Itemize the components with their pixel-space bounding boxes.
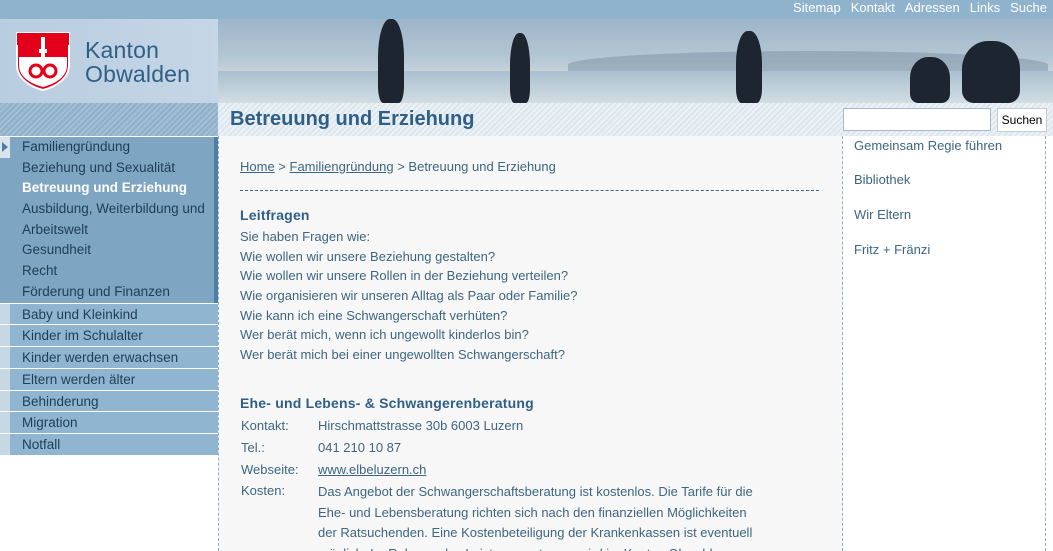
page-title: Betreuung und Erziehung <box>230 108 475 130</box>
related-link-fritz-fraenzi[interactable]: Fritz + Fränzi <box>854 242 930 257</box>
list-item: Wie kann ich eine Schwangerschaft verhüt… <box>240 307 508 323</box>
sidebar-item-behinderung[interactable]: Behinderung <box>0 389 218 412</box>
beratung-heading: Ehe- und Lebens- & Schwangerenberatung <box>240 395 534 411</box>
sidebar-item-ausbildung[interactable]: Ausbildung, Weiterbildung und <box>0 199 214 220</box>
list-item: Wie wollen wir unsere Beziehung gestalte… <box>240 248 496 264</box>
sidebar-item-eltern-aelter[interactable]: Eltern werden älter <box>0 367 218 390</box>
nav-marker <box>0 303 10 325</box>
coat-of-arms-icon <box>16 32 70 91</box>
nav-marker <box>0 325 10 347</box>
related-link-regie[interactable]: Gemeinsam Regie führen <box>854 138 1002 153</box>
sidebar-item-label: Migration <box>22 415 78 431</box>
right-column-divider <box>1045 136 1046 551</box>
top-nav: Sitemap Kontakt Adressen Links Suche <box>793 0 1047 19</box>
leitfragen-heading: Leitfragen <box>240 207 310 223</box>
kosten-value: Das Angebot der Schwangerschaftsberatung… <box>318 484 753 551</box>
brand-line-1: Kanton <box>85 37 160 63</box>
sidebar-item-gesundheit[interactable]: Gesundheit <box>0 240 214 261</box>
leitfragen-intro: Sie haben Fragen wie: <box>240 229 371 244</box>
sidebar-item-erwachsen[interactable]: Kinder werden erwachsen <box>0 346 218 368</box>
sidebar-item-familiengruendung[interactable]: Familiengründung <box>0 137 214 158</box>
sidebar-item-schulalter[interactable]: Kinder im Schulalter <box>0 324 218 347</box>
nav-marker <box>0 412 10 434</box>
search-button[interactable]: Suchen <box>997 108 1047 132</box>
sidebar-item-beziehung[interactable]: Beziehung und Sexualität <box>0 158 214 179</box>
breadcrumb: Home > Familiengründung > Betreuung und … <box>240 159 556 174</box>
breadcrumb-familiengruendung[interactable]: Familiengründung <box>290 159 394 174</box>
breadcrumb-home[interactable]: Home <box>240 159 275 174</box>
web-label: Webseite: <box>241 462 299 477</box>
search-input[interactable] <box>843 108 991 131</box>
photo-person <box>910 57 950 103</box>
title-bar: Betreuung und Erziehung Suchen <box>0 103 1053 136</box>
sidebar-item-label: Eltern werden älter <box>22 371 136 387</box>
sidebar-item-notfall[interactable]: Notfall <box>0 433 218 456</box>
website-link[interactable]: www.elbeluzern.ch <box>318 462 426 477</box>
sidebar-nav: Familiengründung Beziehung und Sexualitä… <box>0 137 218 456</box>
header-banner: Kanton Obwalden <box>0 19 1053 103</box>
list-item: Wer berät mich, wenn ich ungewollt kinde… <box>240 327 529 343</box>
top-bar: Sitemap Kontakt Adressen Links Suche <box>0 0 1053 19</box>
topnav-suche[interactable]: Suche <box>1010 0 1047 19</box>
nav-marker <box>0 368 10 390</box>
topnav-links[interactable]: Links <box>970 0 1000 19</box>
related-link-wir-eltern[interactable]: Wir Eltern <box>854 207 911 222</box>
breadcrumb-separator: > <box>393 159 409 174</box>
header-photo <box>218 19 1053 103</box>
sidebar-item-baby[interactable]: Baby und Kleinkind <box>0 302 218 325</box>
related-link-bibliothek[interactable]: Bibliothek <box>854 172 910 187</box>
leitfragen-list: Sie haben Fragen wie: Wie wollen wir uns… <box>240 227 577 365</box>
sidebar-item-label: Behinderung <box>22 393 99 409</box>
title-bar-left-block <box>0 103 218 136</box>
sidebar-item-foerderung[interactable]: Förderung und Finanzen <box>0 282 214 303</box>
sidebar-item-betreuung-active[interactable]: Betreuung und Erziehung <box>0 178 214 199</box>
list-item: Wie wollen wir unsere Rollen in der Bezi… <box>240 268 569 284</box>
sidebar-item-arbeitswelt[interactable]: Arbeitswelt <box>0 220 214 241</box>
nav-marker <box>0 390 10 412</box>
breadcrumb-current: Betreuung und Erziehung <box>408 159 556 174</box>
sidebar-item-migration[interactable]: Migration <box>0 411 218 434</box>
brand-line-2: Obwalden <box>85 61 191 87</box>
kosten-label: Kosten: <box>241 483 286 498</box>
sidebar-item-recht[interactable]: Recht <box>0 261 214 282</box>
sidebar-item-label: Kinder werden erwachsen <box>22 350 179 366</box>
list-item: Wer berät mich bei einer ungewollten Sch… <box>240 347 565 363</box>
photo-person <box>378 19 404 103</box>
breadcrumb-separator: > <box>274 159 290 174</box>
logo-link[interactable]: Kanton Obwalden <box>0 19 218 103</box>
breadcrumb-divider <box>240 190 819 191</box>
brand-name: Kanton Obwalden <box>85 38 190 86</box>
nav-marker <box>0 347 10 368</box>
topnav-sitemap[interactable]: Sitemap <box>793 0 841 19</box>
list-item: Wie organisieren wir unseren Alltag als … <box>240 288 578 304</box>
tel-label: Tel.: <box>241 440 265 455</box>
sidebar-item-label: Kinder im Schulalter <box>22 328 143 344</box>
kontakt-value: Hirschmattstrasse 30b 6003 Luzern <box>318 418 524 433</box>
photo-person <box>736 31 762 103</box>
sidebar-item-label: Notfall <box>22 437 61 453</box>
photo-person <box>962 41 1020 103</box>
sidebar-item-label: Baby und Kleinkind <box>22 306 138 322</box>
tel-value: 041 210 10 87 <box>318 440 402 455</box>
topnav-kontakt[interactable]: Kontakt <box>851 0 895 19</box>
sidebar-open-group: Familiengründung Beziehung und Sexualitä… <box>0 137 218 303</box>
topnav-adressen[interactable]: Adressen <box>905 0 960 19</box>
kontakt-label: Kontakt: <box>241 418 289 433</box>
nav-marker <box>0 434 10 456</box>
photo-person <box>510 33 530 103</box>
